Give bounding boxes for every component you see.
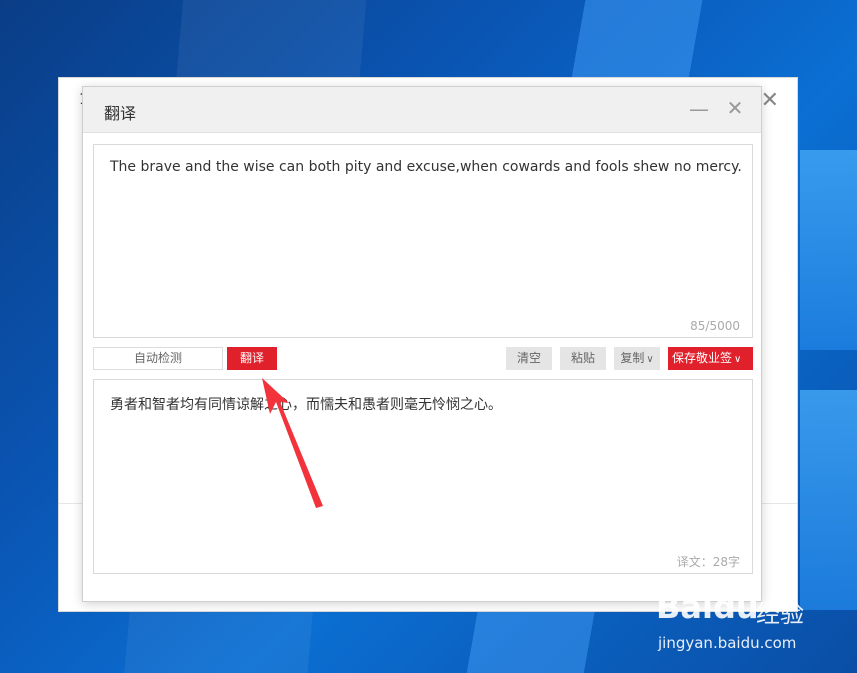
translation-output[interactable]: 勇者和智者均有同情谅解之心，而懦夫和愚者则毫无怜悯之心。 译文：28字 bbox=[93, 379, 753, 574]
source-text-input[interactable]: The brave and the wise can both pity and… bbox=[93, 144, 753, 338]
close-icon[interactable]: ✕ bbox=[725, 96, 745, 120]
copy-button-label: 复制 bbox=[620, 351, 645, 365]
baidu-jingyan-watermark: Baidu 经验 jingyan.baidu.com bbox=[656, 588, 816, 658]
source-char-count: 85/5000 bbox=[690, 319, 740, 333]
clear-button[interactable]: 清空 bbox=[506, 347, 552, 370]
save-to-note-button[interactable]: 保存敬业签 ∨ bbox=[668, 347, 753, 370]
dialog-title: 翻译 bbox=[104, 104, 137, 123]
dialog-titlebar[interactable]: 翻译 — ✕ bbox=[83, 87, 761, 133]
chevron-down-icon: ∨ bbox=[734, 354, 742, 365]
translate-button[interactable]: 翻译 bbox=[227, 347, 277, 370]
baidu-logo: Baidu bbox=[656, 588, 759, 626]
copy-button[interactable]: 复制 ∨ bbox=[614, 347, 660, 370]
paste-button[interactable]: 粘贴 bbox=[560, 347, 606, 370]
translation-text: 勇者和智者均有同情谅解之心，而懦夫和愚者则毫无怜悯之心。 bbox=[110, 397, 502, 413]
translate-dialog: 翻译 — ✕ The brave and the wise can both p… bbox=[82, 86, 762, 602]
save-button-label: 保存敬业签 bbox=[672, 351, 733, 365]
watermark-label: 经验 bbox=[756, 600, 804, 628]
chevron-down-icon: ∨ bbox=[646, 354, 654, 365]
source-text: The brave and the wise can both pity and… bbox=[110, 159, 742, 175]
background-window-close-icon[interactable]: ✕ bbox=[761, 88, 779, 113]
wallpaper-pane-top bbox=[800, 150, 857, 350]
language-select[interactable]: 自动检测 bbox=[93, 347, 223, 370]
translation-char-count: 译文：28字 bbox=[676, 555, 740, 569]
wallpaper-pane-bottom bbox=[800, 390, 857, 610]
minimize-icon[interactable]: — bbox=[689, 97, 709, 121]
watermark-url: jingyan.baidu.com bbox=[658, 634, 797, 652]
